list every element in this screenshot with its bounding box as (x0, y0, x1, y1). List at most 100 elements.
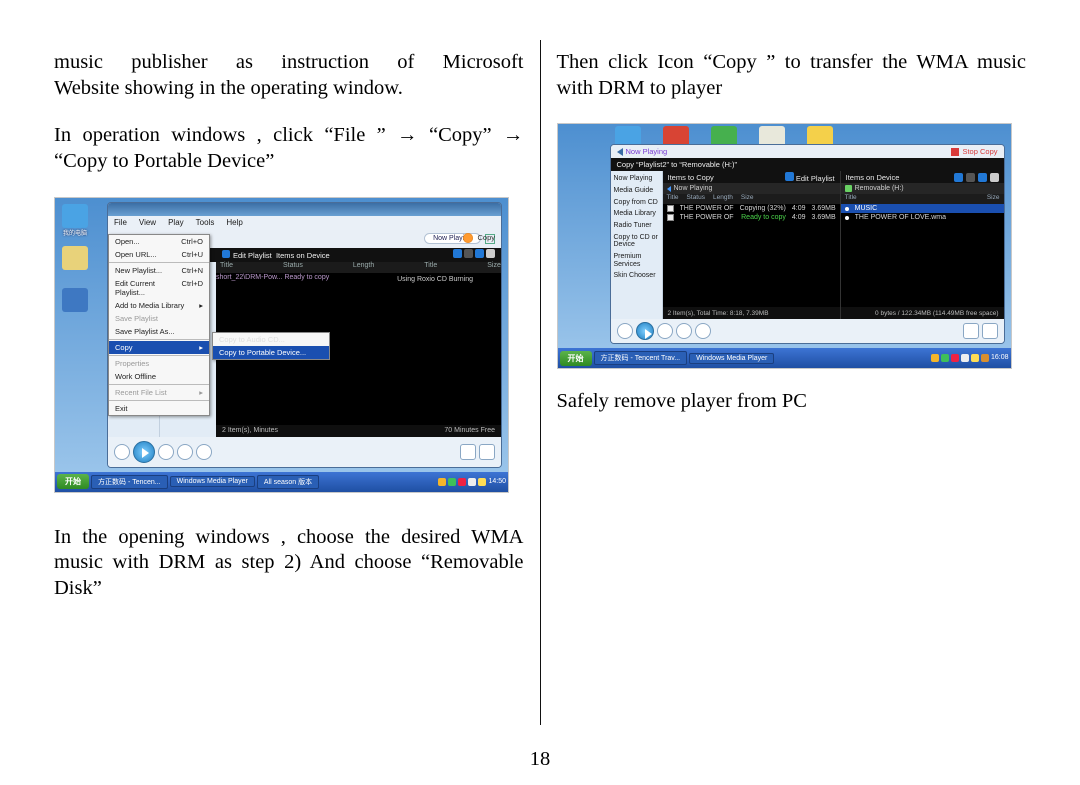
menu-item[interactable]: New Playlist...Ctrl+N (109, 264, 209, 277)
menu-help[interactable]: Help (226, 218, 242, 227)
wmp-window: File View Play Tools Help Now Playing No… (107, 202, 502, 468)
sidebar-item[interactable]: Premium Services (614, 253, 659, 268)
taskbar-task[interactable]: Windows Media Player (689, 353, 774, 364)
sidebar-item[interactable]: Media Guide (614, 187, 659, 195)
left-column: music publisher as instruction of Micros… (44, 50, 534, 785)
page-number: 18 (0, 748, 1080, 771)
track-row[interactable]: MUSIC (841, 204, 1004, 213)
menu-item[interactable]: Exit (109, 402, 209, 415)
pane-status: 2 Item(s), Total Time: 8:18, 7.39MB (663, 307, 840, 319)
desktop-icon: 我的电脑 (61, 204, 89, 238)
column-headers: TitleStatusLengthSize (663, 194, 840, 204)
mute-button[interactable] (695, 323, 711, 339)
menu-item[interactable]: Properties (109, 357, 209, 370)
copy-label[interactable]: Copy (477, 233, 495, 242)
menu-item[interactable]: Save Playlist (109, 312, 209, 325)
pane-header-left: Items to Copy Edit Playlist (663, 171, 840, 183)
aux-button[interactable] (479, 444, 495, 460)
aux-button[interactable] (460, 444, 476, 460)
taskbar-task[interactable]: All season 版本 (257, 475, 319, 489)
copy-submenu: Copy to Audio CD...Copy to Portable Devi… (212, 332, 330, 360)
desktop-icon (61, 288, 89, 322)
wmp-status: 2 Item(s), Minutes 70 Minutes Free (216, 425, 501, 437)
track-row[interactable]: THE POWER OF LOVE.wma (841, 213, 1004, 222)
prev-button[interactable] (114, 444, 130, 460)
para-right-2: Safely remove player from PC (557, 389, 1027, 415)
taskbar: 开始 方正数码 - Tencent Trav... Windows Media … (558, 348, 1011, 368)
sidebar-item[interactable]: Now Playing (614, 175, 659, 183)
wmp-playback-controls (611, 319, 1004, 343)
menu-view[interactable]: View (139, 218, 156, 227)
toolbar-icons (451, 249, 495, 260)
sidebar-item[interactable]: Copy to CD or Device (614, 234, 659, 249)
menu-item[interactable]: Open...Ctrl+O (109, 235, 209, 248)
pane-status: 0 bytes / 122.34MB (114.49MB free space) (841, 307, 1004, 319)
taskbar-task[interactable]: Windows Media Player (170, 476, 255, 487)
copy-btn-area: Copy (463, 233, 495, 243)
pane-items-to-copy: Items to Copy Edit Playlist Now Playing … (663, 171, 840, 319)
wmp-sidebar: Now Playing Media Guide Copy from CD Media … (611, 171, 663, 319)
menu-play[interactable]: Play (168, 218, 184, 227)
menu-item[interactable]: Add to Media Library▸ (109, 299, 209, 312)
submenu-item[interactable]: Copy to Portable Device... (213, 346, 329, 359)
manual-page: music publisher as instruction of Micros… (0, 0, 1080, 785)
wmp-content: Items to Copy Edit Playlist Now Playing … (663, 171, 1004, 319)
pane-header-right: Items on Device (841, 171, 1004, 183)
menu-tools[interactable]: Tools (196, 218, 215, 227)
wmp-top-row: Now Playing Stop Copy (611, 145, 1004, 158)
menu-item[interactable]: Edit Current Playlist...Ctrl+D (109, 277, 209, 299)
column-divider (540, 40, 541, 725)
para-left-3: In the opening windows , choose the desi… (54, 525, 524, 602)
para-left-1-line1: music publisher as instruction of Micros… (54, 50, 524, 76)
copy-icon[interactable] (463, 233, 473, 243)
wmp-playback-controls (108, 437, 501, 467)
next-button[interactable] (177, 444, 193, 460)
taskbar-task[interactable]: 方正数码 - Tencent Trav... (594, 351, 688, 365)
now-playing-label[interactable]: Now Playing (626, 147, 668, 156)
para-left-1-line2: Website showing in the operating window. (54, 77, 403, 99)
menu-item[interactable]: Open URL...Ctrl+U (109, 248, 209, 261)
stop-copy-button[interactable]: Stop Copy (951, 147, 997, 156)
wmp-content: to “Roxio CD Burning” Copy Edit Playlist… (160, 248, 501, 437)
sidebar-item[interactable]: Radio Tuner (614, 222, 659, 230)
start-button[interactable]: 开始 (57, 474, 89, 489)
track-row[interactable]: THE POWER OF LOVECopying (32%)4:093.69MB (663, 204, 840, 213)
edit-playlist[interactable]: Edit Playlist (233, 251, 272, 260)
clock: 16:08 (991, 354, 1009, 362)
submenu-item[interactable]: Copy to Audio CD... (213, 333, 329, 346)
track-row[interactable]: short_22\DRM-Pow... Ready to copy (216, 274, 329, 281)
menu-file[interactable]: File (114, 218, 127, 227)
back-arrow-icon[interactable] (617, 148, 623, 156)
taskbar: 开始 方正数码 - Tencen... Windows Media Player… (55, 472, 508, 492)
edit-playlist[interactable]: Edit Playlist (796, 174, 835, 183)
screenshot-wmp-menu: 我的电脑 File View Play Tools Help Now Playi… (54, 197, 509, 493)
next-button[interactable] (676, 323, 692, 339)
menu-item[interactable]: Copy▸ (109, 341, 209, 354)
wmp-window: Now Playing Stop Copy Copy “Playlist2” t… (610, 144, 1005, 344)
wmp-body: Now Playing Media Guide Copy from CD Med… (108, 248, 501, 437)
mute-button[interactable] (196, 444, 212, 460)
para-right-1: Then click Icon “Copy ” to transfer the … (557, 50, 1027, 101)
stop-button[interactable] (158, 444, 174, 460)
menu-item[interactable]: Save Playlist As... (109, 325, 209, 338)
aux-button[interactable] (982, 323, 998, 339)
device-selector[interactable]: Removable (H:) (855, 185, 904, 192)
aux-button[interactable] (963, 323, 979, 339)
dark-toolbar: Edit Playlist Items on Device (216, 248, 501, 262)
play-button[interactable] (636, 322, 654, 340)
taskbar-task[interactable]: 方正数码 - Tencen... (91, 475, 168, 489)
play-button[interactable] (133, 441, 155, 463)
sidebar-item[interactable]: Copy from CD (614, 199, 659, 207)
sidebar-item[interactable]: Media Library (614, 210, 659, 218)
system-tray: 16:08 (931, 354, 1009, 362)
prev-button[interactable] (617, 323, 633, 339)
menu-item[interactable]: Recent File List▸ (109, 386, 209, 399)
sidebar-item[interactable]: Skin Chooser (614, 272, 659, 280)
wmp-menubar: File View Play Tools Help (108, 216, 501, 230)
system-tray: 14:50 (438, 478, 506, 486)
menu-item[interactable]: Work Offline (109, 370, 209, 383)
start-button[interactable]: 开始 (560, 351, 592, 366)
items-on-device: Items on Device (276, 251, 330, 260)
stop-button[interactable] (657, 323, 673, 339)
track-row[interactable]: THE POWER OF LOVEReady to copy4:093.69MB (663, 213, 840, 222)
